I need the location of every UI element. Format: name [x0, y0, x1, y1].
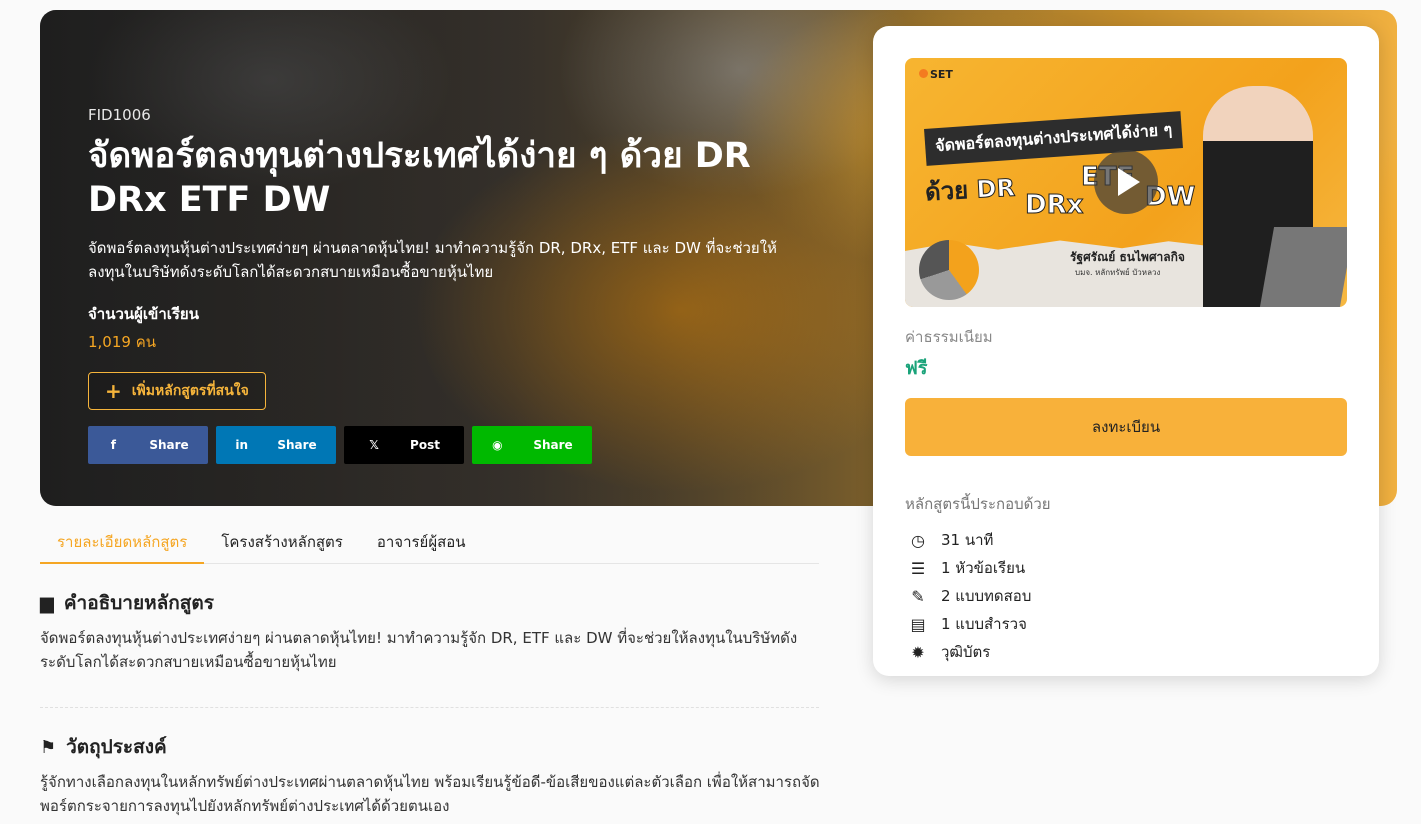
facebook-icon: f: [110, 438, 116, 452]
includes-label: หลักสูตรนี้ประกอบด้วย: [905, 495, 1051, 513]
course-code: FID1006: [88, 106, 151, 124]
list-item: ✎ 2 แบบทดสอบ: [905, 582, 1347, 610]
facebook-share-label: Share: [149, 438, 189, 452]
document-icon: ▆: [40, 592, 54, 614]
course-video-thumbnail[interactable]: SET จัดพอร์ตลงทุนต่างประเทศได้ง่าย ๆ ด้ว…: [905, 58, 1347, 307]
objective-section: ⚑ วัตถุประสงค์ รู้จักทางเลือกลงทุนในหลัก…: [40, 732, 820, 818]
objective-title: ⚑ วัตถุประสงค์: [40, 736, 167, 758]
includes-list: ◷ 31 นาที ☰ 1 หัวข้อเรียน ✎ 2 แบบทดสอบ ▤ 1 แ…: [905, 526, 1347, 666]
line-share-label: Share: [533, 438, 573, 452]
list-item: ◷ 31 นาที: [905, 526, 1347, 554]
list-icon: ☰: [910, 558, 926, 578]
course-subtitle: จัดพอร์ตลงทุนหุ้นต่างประเทศง่ายๆ ผ่านตลา…: [88, 239, 777, 281]
tab-course-structure[interactable]: โครงสร้างหลักสูตร: [204, 522, 360, 564]
description-section: ▆ คำอธิบายหลักสูตร จัดพอร์ตลงทุนหุ้นต่าง…: [40, 588, 820, 674]
badge-icon: ✹: [911, 642, 925, 662]
thumbnail-drx: DRx: [1024, 190, 1084, 221]
flag-icon: ⚑: [40, 736, 57, 758]
share-buttons: f Share in Share 𝕏 Post ◉ Share: [88, 426, 788, 464]
linkedin-share-label: Share: [277, 438, 317, 452]
tab-instructors[interactable]: อาจารย์ผู้สอน: [360, 522, 483, 564]
fee-value: ฟรี: [905, 358, 928, 379]
description-body: จัดพอร์ตลงทุนหุ้นต่างประเทศง่ายๆ ผ่านตลา…: [40, 629, 798, 671]
pie-chart-decoration: [919, 240, 979, 300]
clock-icon: ◷: [911, 530, 925, 550]
course-tabs: รายละเอียดหลักสูตร โครงสร้างหลักสูตร อาจ…: [40, 522, 819, 564]
enroll-count: 1,019 คน: [88, 333, 156, 351]
course-page: FID1006 จัดพอร์ตลงทุนต่างประเทศได้ง่าย ๆ…: [0, 0, 1421, 824]
section-divider: [40, 707, 819, 708]
x-icon: 𝕏: [369, 438, 379, 452]
pencil-icon: ✎: [911, 586, 925, 606]
plus-icon: +: [105, 379, 122, 403]
facebook-share-button[interactable]: f Share: [88, 426, 208, 464]
course-card: SET จัดพอร์ตลงทุนต่างประเทศได้ง่าย ๆ ด้ว…: [873, 26, 1379, 676]
list-item: ☰ 1 หัวข้อเรียน: [910, 558, 1026, 578]
presenter-org: บมจ. หลักทรัพย์ บัวหลวง: [1075, 268, 1161, 277]
tab-course-details[interactable]: รายละเอียดหลักสูตร: [40, 522, 205, 564]
course-title: จัดพอร์ตลงทุนต่างประเทศได้ง่าย ๆ ด้วย DR…: [88, 136, 751, 220]
list-item: ▤ 1 แบบสำรวจ: [910, 614, 1027, 634]
play-icon[interactable]: [1094, 150, 1158, 214]
presenter-name: รัฐศรัณย์ ธนไพศาลกิจ: [1070, 250, 1185, 264]
objective-body: รู้จักทางเลือกลงทุนในหลักทรัพย์ต่างประเท…: [40, 773, 820, 815]
add-interest-button[interactable]: + เพิ่มหลักสูตรที่สนใจ: [88, 372, 266, 410]
thumbnail-with-dr: ด้วย DR: [924, 173, 1016, 207]
linkedin-share-button[interactable]: in Share: [216, 426, 336, 464]
chart-icon: ▤: [910, 614, 926, 634]
fee-label: ค่าธรรมเนียม: [905, 328, 993, 346]
set-logo: SET: [919, 68, 953, 81]
register-button[interactable]: ลงทะเบียน: [905, 398, 1347, 456]
line-share-button[interactable]: ◉ Share: [472, 426, 592, 464]
linkedin-icon: in: [235, 438, 248, 452]
description-title: ▆ คำอธิบายหลักสูตร: [40, 592, 214, 614]
x-post-label: Post: [410, 438, 440, 452]
line-icon: ◉: [492, 438, 503, 452]
enroll-label: จำนวนผู้เข้าเรียน: [88, 305, 199, 323]
hero-content: FID1006 จัดพอร์ตลงทุนต่างประเทศได้ง่าย ๆ…: [88, 106, 788, 464]
list-item: ✹ วุฒิบัตร: [905, 638, 1347, 666]
laptop-decoration: [1259, 227, 1347, 307]
add-interest-label: เพิ่มหลักสูตรที่สนใจ: [131, 383, 249, 399]
x-post-button[interactable]: 𝕏 Post: [344, 426, 464, 464]
